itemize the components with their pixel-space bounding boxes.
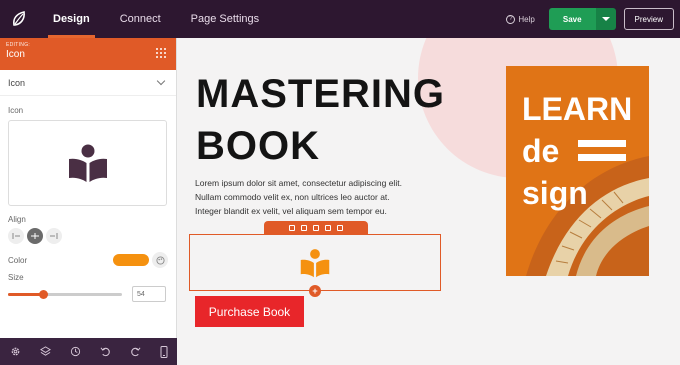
body-line-3: Integer blandit ex velit, vel aliquam se…: [195, 206, 387, 216]
body-line-1: Lorem ipsum dolor sit amet, consectetur …: [195, 178, 402, 188]
drag-grid-icon[interactable]: [156, 48, 167, 59]
mobile-icon[interactable]: [160, 345, 168, 358]
book-word-de: de: [522, 133, 560, 169]
align-label: Align: [8, 215, 26, 224]
tab-design[interactable]: Design: [38, 0, 105, 38]
bottom-toolbar: [0, 338, 177, 365]
book-cover-image[interactable]: LEARN de sign: [506, 66, 649, 276]
redo-icon[interactable]: [130, 346, 141, 357]
align-right-icon[interactable]: [46, 228, 62, 244]
save-options-button[interactable]: [595, 8, 616, 30]
size-control: 54: [0, 286, 176, 302]
color-row: Color: [0, 252, 176, 268]
chevron-down-icon: [156, 76, 166, 85]
size-label: Size: [8, 273, 24, 282]
save-group: Save: [548, 8, 616, 30]
copy-icon[interactable]: [325, 225, 331, 231]
preview-button[interactable]: Preview: [623, 8, 674, 30]
page-headline[interactable]: MASTERING BOOK: [196, 68, 445, 172]
selected-icon-block[interactable]: [189, 234, 441, 291]
book-word-sign: sign: [522, 175, 588, 211]
size-input[interactable]: 54: [132, 286, 166, 302]
body-text[interactable]: Lorem ipsum dolor sit amet, consectetur …: [195, 176, 435, 218]
save-block-icon[interactable]: [313, 225, 319, 231]
color-picker: [113, 252, 168, 268]
book-reader-icon: [300, 248, 330, 277]
headline-line-1: MASTERING: [196, 72, 445, 116]
tab-connect[interactable]: Connect: [105, 0, 176, 38]
size-slider[interactable]: [8, 289, 122, 299]
canvas-content: MASTERING BOOK Lorem ipsum dolor sit ame…: [178, 38, 668, 358]
color-label: Color: [8, 255, 28, 265]
top-bar: Design Connect Page Settings ? Help Save…: [0, 0, 680, 38]
align-controls: [0, 228, 176, 244]
palette-icon[interactable]: [152, 252, 168, 268]
align-center-icon[interactable]: [27, 228, 43, 244]
history-icon[interactable]: [70, 346, 81, 357]
editing-header: EDITING: Icon: [0, 38, 176, 70]
add-icon[interactable]: +: [309, 285, 321, 297]
leaf-logo-icon[interactable]: [0, 0, 38, 38]
section-title: Icon: [8, 77, 26, 88]
layers-icon[interactable]: [39, 346, 51, 357]
trash-icon[interactable]: [337, 225, 343, 231]
gear-icon[interactable]: [10, 346, 21, 357]
size-slider-fill: [8, 292, 44, 296]
headline-line-2: BOOK: [196, 124, 320, 168]
help-link[interactable]: ? Help: [506, 14, 535, 24]
sidebar: EDITING: Icon Icon Icon Align Color Size…: [0, 38, 177, 365]
purchase-book-button[interactable]: Purchase Book: [195, 296, 304, 327]
color-swatch[interactable]: [113, 254, 149, 266]
editing-label: EDITING:: [6, 42, 31, 48]
size-slider-handle[interactable]: [39, 289, 49, 299]
align-left-icon[interactable]: [8, 228, 24, 244]
book-reader-icon: [68, 144, 107, 182]
gear-icon[interactable]: [301, 225, 307, 231]
icon-label: Icon: [8, 106, 24, 115]
body-line-2: Nullam commodo velit ex, non ultrices le…: [195, 192, 390, 202]
move-icon[interactable]: [289, 225, 295, 231]
icon-picker[interactable]: [8, 120, 167, 206]
save-button[interactable]: Save: [548, 8, 596, 30]
help-label: Help: [518, 14, 535, 24]
block-toolbar: [264, 221, 368, 235]
help-icon: ?: [506, 14, 516, 24]
top-bar-actions: ? Help Save Preview: [506, 0, 674, 38]
book-word-learn: LEARN: [522, 91, 633, 127]
icon-section-header[interactable]: Icon: [0, 70, 176, 96]
undo-icon[interactable]: [100, 346, 111, 357]
book-bars: [578, 140, 626, 168]
page-canvas: MASTERING BOOK Lorem ipsum dolor sit ame…: [178, 38, 680, 365]
editing-title: Icon: [6, 49, 25, 60]
tab-page-settings[interactable]: Page Settings: [176, 0, 275, 38]
